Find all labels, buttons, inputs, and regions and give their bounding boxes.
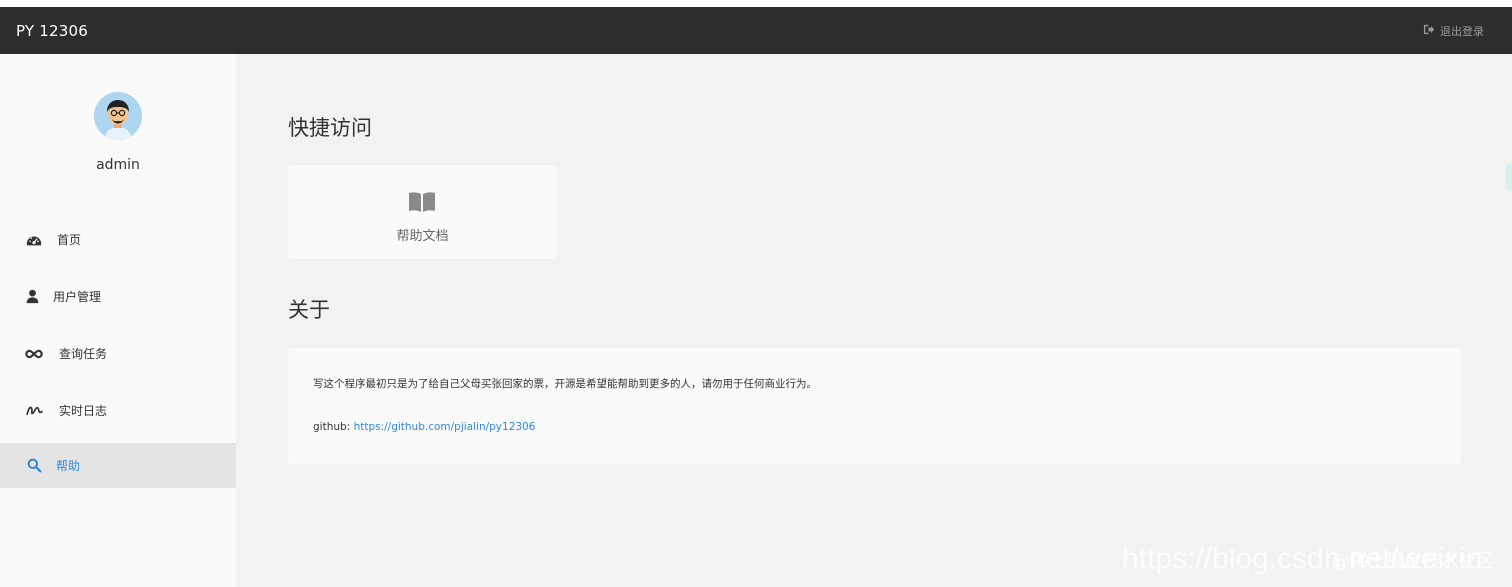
- sidebar-item-help[interactable]: 帮助: [0, 443, 236, 488]
- username: admin: [96, 157, 140, 173]
- infinity-icon: [25, 345, 43, 363]
- about-description: 写这个程序最初只是为了给自己父母买张回家的票，开源是希望能帮助到更多的人，请勿用…: [313, 378, 817, 390]
- sidebar: admin 首页 用户管理 查询任务 实时日志 帮助: [0, 54, 236, 587]
- sidebar-item-home[interactable]: 首页: [0, 217, 236, 262]
- user-icon: [23, 288, 41, 306]
- logout-button[interactable]: 退出登录: [1423, 23, 1484, 39]
- sidebar-item-label: 用户管理: [53, 290, 102, 304]
- sidebar-item-label: 实时日志: [59, 404, 108, 418]
- top-header: PY 12306 退出登录: [0, 7, 1512, 54]
- about-panel: 写这个程序最初只是为了给自己父母买张回家的票，开源是希望能帮助到更多的人，请勿用…: [288, 348, 1461, 464]
- help-docs-label: 帮助文档: [396, 229, 449, 244]
- quick-access-heading: 快捷访问: [288, 116, 372, 140]
- github-prefix: github:: [313, 421, 351, 433]
- signature-icon: [25, 402, 43, 420]
- avatar: [94, 92, 142, 140]
- watermark-site: @稀土掘金技术社区: [1332, 551, 1494, 572]
- book-icon: [408, 191, 436, 213]
- sidebar-item-label: 首页: [57, 233, 82, 247]
- search-icon: [25, 457, 43, 475]
- github-row: github: https://github.com/pjialin/py123…: [313, 421, 535, 433]
- sidebar-item-label: 查询任务: [59, 347, 108, 361]
- dashboard-icon: [25, 231, 43, 249]
- sidebar-item-query-tasks[interactable]: 查询任务: [0, 331, 236, 376]
- github-link[interactable]: https://github.com/pjialin/py12306: [354, 421, 536, 433]
- sign-out-icon: [1423, 24, 1434, 38]
- sidebar-item-label: 帮助: [56, 459, 81, 473]
- logout-label: 退出登录: [1440, 25, 1484, 38]
- about-heading: 关于: [288, 298, 330, 322]
- brand-title[interactable]: PY 12306: [16, 22, 88, 40]
- help-docs-card[interactable]: 帮助文档: [288, 165, 557, 259]
- edge-tab: [1506, 163, 1512, 191]
- sidebar-item-realtime-log[interactable]: 实时日志: [0, 388, 236, 433]
- sidebar-item-user-management[interactable]: 用户管理: [0, 274, 236, 319]
- top-strip: [0, 0, 1512, 7]
